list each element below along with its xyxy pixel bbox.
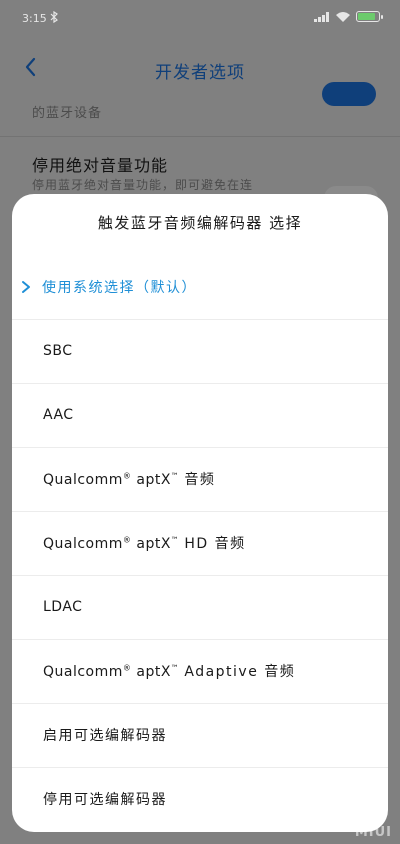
option-label: AAC bbox=[43, 407, 74, 423]
status-bar: 3:15 bbox=[0, 0, 400, 40]
dialog-title: 触发蓝牙音频编解码器 选择 bbox=[97, 214, 303, 232]
option-disable-optional-codecs[interactable]: 停用可选编解码器 bbox=[12, 767, 388, 831]
status-time: 3:15 bbox=[22, 12, 47, 25]
option-enable-optional-codecs[interactable]: 启用可选编解码器 bbox=[12, 703, 388, 767]
option-label: 停用可选编解码器 bbox=[43, 792, 167, 808]
option-label: LDAC bbox=[43, 599, 83, 615]
option-label: SBC bbox=[43, 343, 73, 359]
chevron-right-icon bbox=[21, 280, 35, 294]
option-aptx-adaptive[interactable]: Qualcomm® aptX™ Adaptive 音频 bbox=[12, 639, 388, 703]
option-aptx[interactable]: Qualcomm® aptX™ 音频 bbox=[12, 447, 388, 511]
option-label: Qualcomm® aptX™ Adaptive 音频 bbox=[43, 663, 296, 680]
option-sbc[interactable]: SBC bbox=[12, 319, 388, 383]
battery-icon bbox=[356, 11, 383, 22]
wifi-icon bbox=[336, 11, 350, 22]
setting-subtitle: 的蓝牙设备 bbox=[32, 106, 103, 121]
disable-absolute-volume-subtitle: 停用蓝牙绝对音量功能，即可避免在连 bbox=[32, 178, 254, 192]
page-title: 开发者选项 bbox=[155, 63, 245, 83]
option-aptx-hd[interactable]: Qualcomm® aptX™ HD 音频 bbox=[12, 511, 388, 575]
option-label: 启用可选编解码器 bbox=[43, 728, 167, 744]
option-label: Qualcomm® aptX™ HD 音频 bbox=[43, 535, 246, 552]
bluetooth-icon bbox=[50, 10, 58, 26]
option-label: 使用系统选择（默认） bbox=[42, 280, 197, 296]
signal-icon bbox=[314, 11, 330, 22]
codec-select-dialog: 触发蓝牙音频编解码器 选择 使用系统选择（默认） SBC AAC Qualcom… bbox=[12, 194, 388, 832]
option-label: Qualcomm® aptX™ 音频 bbox=[43, 471, 216, 488]
miui-watermark: MIUI bbox=[354, 825, 392, 840]
divider bbox=[0, 136, 400, 137]
option-system-default[interactable]: 使用系统选择（默认） bbox=[12, 255, 388, 319]
disable-absolute-volume-title[interactable]: 停用绝对音量功能 bbox=[32, 152, 168, 176]
option-ldac[interactable]: LDAC bbox=[12, 575, 388, 639]
bluetooth-option-toggle[interactable] bbox=[322, 82, 376, 106]
option-aac[interactable]: AAC bbox=[12, 383, 388, 447]
